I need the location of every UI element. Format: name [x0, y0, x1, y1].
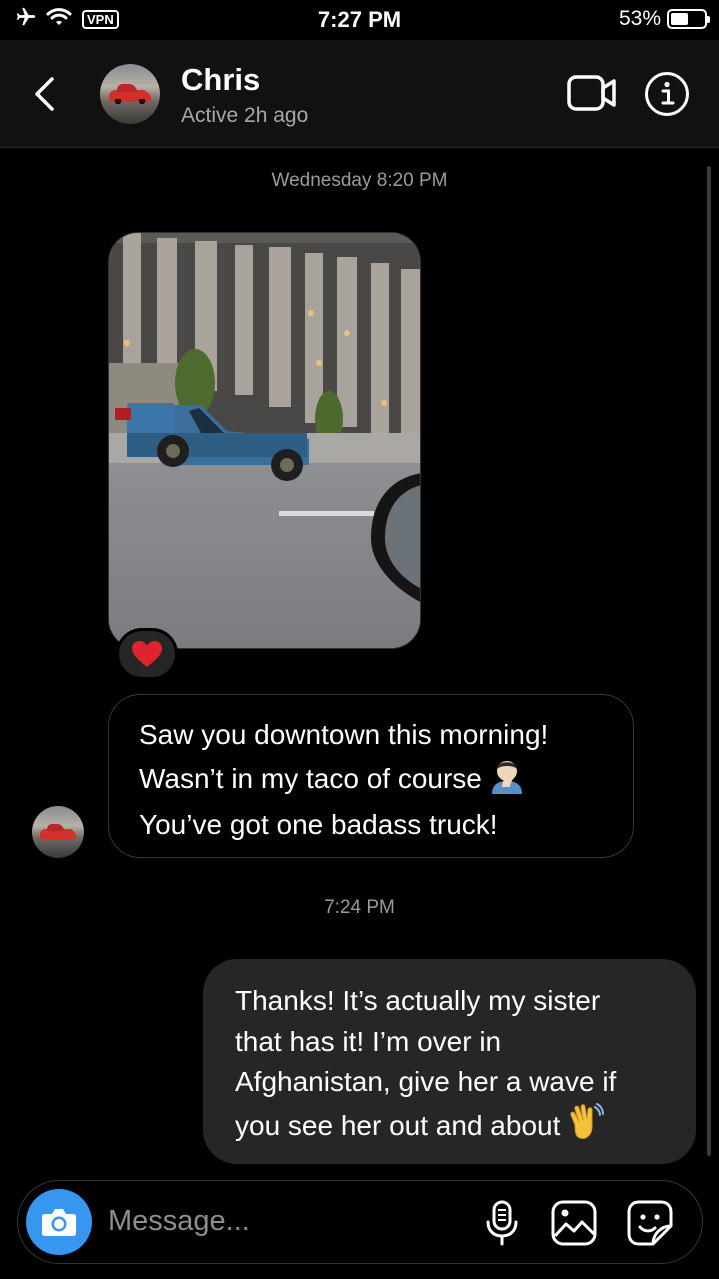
- scroll-indicator[interactable]: [707, 166, 711, 1156]
- microphone-icon: [486, 1200, 518, 1246]
- car-image: [109, 84, 151, 104]
- message-line: Wasn’t in my taco of course: [139, 756, 633, 806]
- message-line: Thanks! It’s actually my sister: [235, 985, 601, 1016]
- timestamp: Wednesday 8:20 PM: [271, 170, 448, 191]
- chat-header: Chris Active 2h ago: [0, 40, 719, 148]
- incoming-message-bubble[interactable]: Saw you downtown this morning! Wasn’t in…: [108, 694, 634, 858]
- message-input[interactable]: [108, 1199, 448, 1243]
- reaction-badge[interactable]: [116, 628, 178, 680]
- message-line: Saw you downtown this morning!: [139, 719, 549, 750]
- gallery-icon: [551, 1200, 597, 1246]
- info-icon: [645, 72, 689, 116]
- status-right: 53%: [618, 7, 710, 31]
- timestamp: 7:24 PM: [324, 897, 395, 918]
- message-line: that has it! I’m over in: [235, 1025, 502, 1057]
- status-time: 7:27 PM: [317, 7, 402, 32]
- battery-fill: [671, 13, 688, 25]
- waving-hand-emoji: [566, 1102, 605, 1153]
- message-line-text: Wasn’t in my taco of course: [139, 762, 482, 794]
- truck-photo: [109, 233, 420, 648]
- message-line-text: you see her out and about: [235, 1109, 561, 1141]
- battery-percent: 53%: [618, 7, 661, 30]
- camera-button[interactable]: [26, 1189, 92, 1255]
- contact-active-status: Active 2h ago: [181, 104, 309, 127]
- message-line: Afghanistan, give her a wave if: [235, 1066, 617, 1097]
- sender-avatar[interactable]: [32, 806, 84, 858]
- gallery-button[interactable]: [548, 1197, 600, 1249]
- video-call-button[interactable]: [566, 70, 618, 116]
- contact-name[interactable]: Chris: [181, 62, 260, 98]
- microphone-button[interactable]: [480, 1197, 524, 1249]
- sticker-icon: [627, 1200, 673, 1246]
- battery-icon: [667, 9, 710, 29]
- message-line: you see her out and about: [235, 1102, 696, 1153]
- status-bar: VPN 7:27 PM 53%: [0, 0, 719, 40]
- sticker-button[interactable]: [624, 1197, 676, 1249]
- back-button[interactable]: [24, 70, 64, 118]
- video-call-icon: [567, 75, 616, 111]
- car-image: [40, 824, 76, 839]
- camera-icon: [42, 1209, 76, 1236]
- facepalm-emoji: [488, 756, 526, 806]
- message-line: You’ve got one badass truck!: [139, 809, 498, 840]
- back-chevron-icon: [35, 77, 54, 111]
- contact-avatar[interactable]: [100, 64, 160, 124]
- info-button[interactable]: [643, 70, 691, 118]
- heart-emoji: [132, 640, 162, 667]
- message-composer: [17, 1180, 703, 1264]
- outgoing-message-bubble[interactable]: Thanks! It’s actually my sister that has…: [203, 959, 696, 1164]
- photo-message[interactable]: [108, 232, 421, 649]
